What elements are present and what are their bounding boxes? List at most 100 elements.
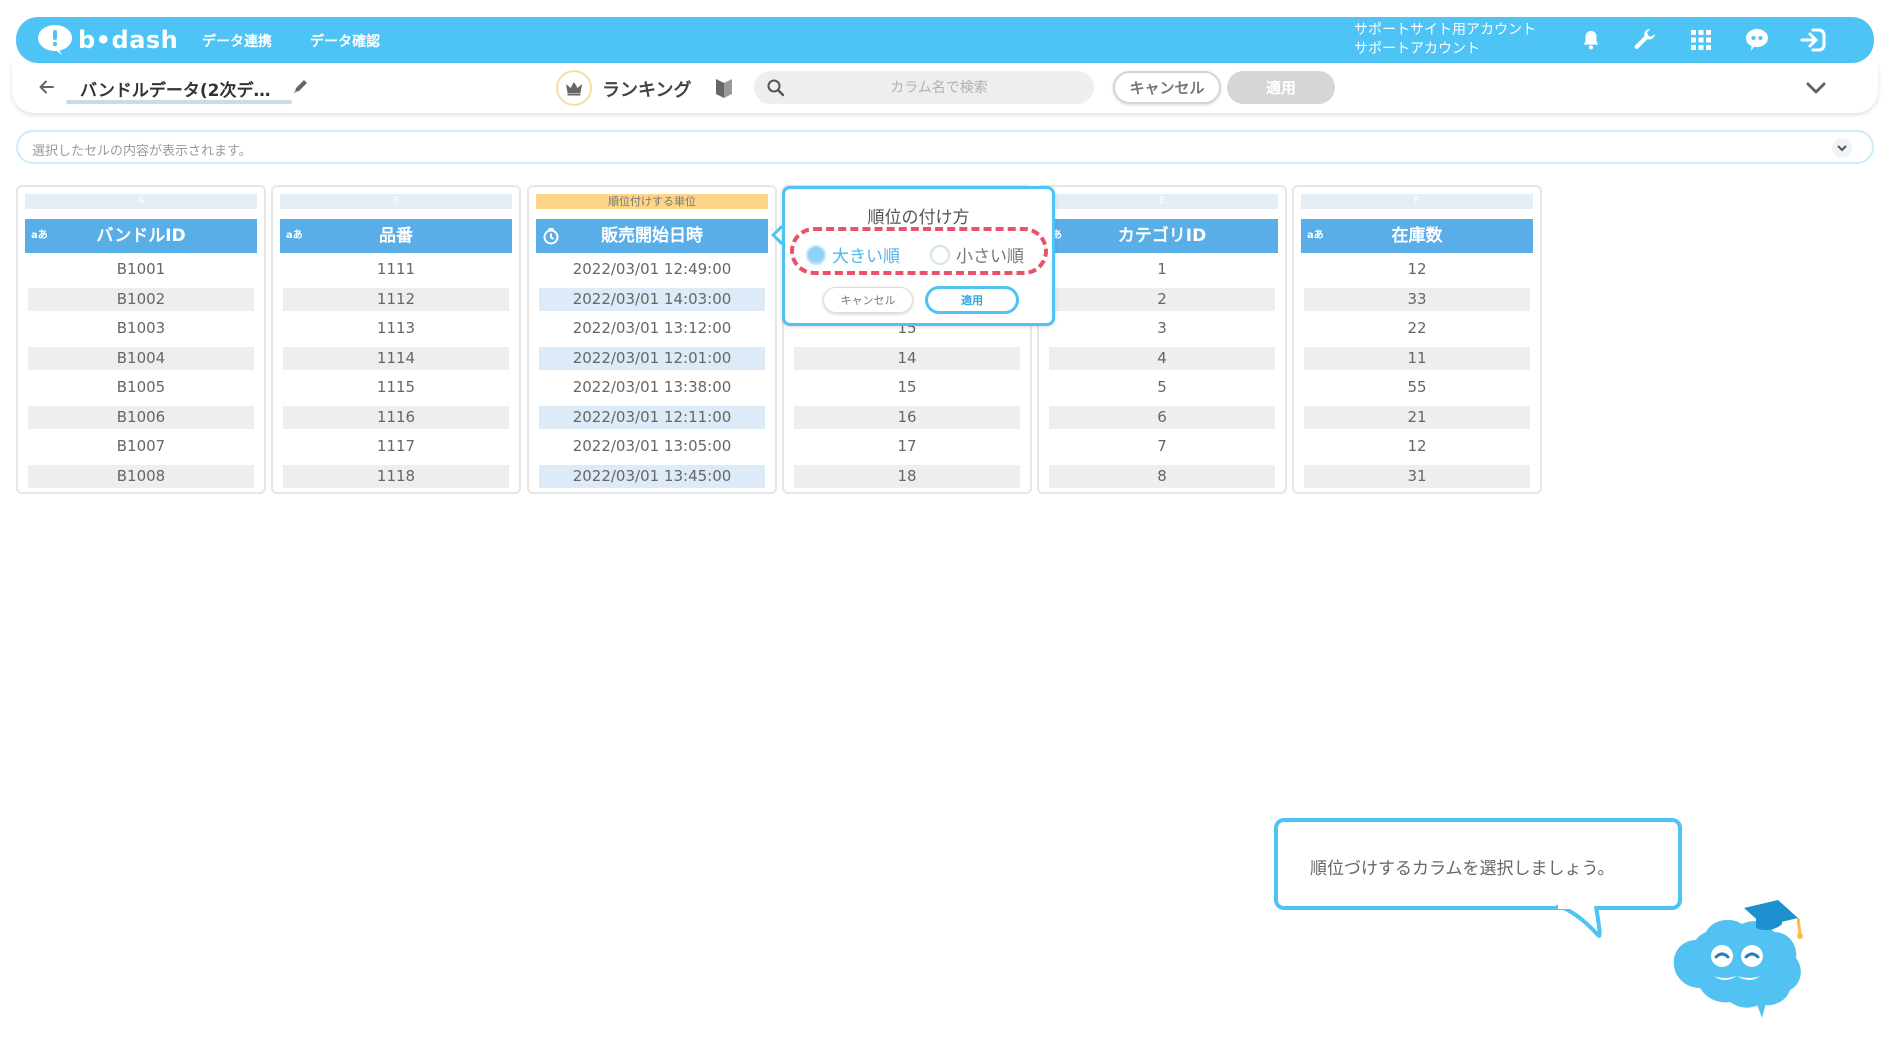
pencil-icon[interactable] xyxy=(292,77,310,95)
table-cell[interactable]: B1005 xyxy=(28,376,254,399)
table-cell[interactable]: 8 xyxy=(1049,465,1275,488)
table-cell[interactable]: B1007 xyxy=(28,435,254,458)
column-name: バンドルID xyxy=(96,226,186,246)
nav-data-integration[interactable]: データ連携 xyxy=(202,31,272,51)
bdash-logo[interactable]: b•dash xyxy=(36,22,178,58)
column-category-id[interactable]: E あ カテゴリID 1 2 3 4 5 6 7 8 xyxy=(1037,185,1287,494)
datetime-type-icon xyxy=(543,228,559,245)
rank-order-popover: 順位の付け方 大きい順 小さい順 キャンセル 適用 xyxy=(782,186,1055,326)
table-cell[interactable]: 7 xyxy=(1049,435,1275,458)
beginner-mark-icon[interactable] xyxy=(714,76,734,100)
back-arrow-icon[interactable] xyxy=(36,76,58,98)
text-type-badge: aあ xyxy=(1307,230,1324,241)
column-letter: A xyxy=(25,194,257,209)
table-cell[interactable]: 1113 xyxy=(283,317,509,340)
wrench-icon[interactable] xyxy=(1630,25,1660,55)
account-info[interactable]: サポートサイト用アカウント サポートアカウント xyxy=(1354,21,1536,59)
column-header[interactable]: aあ 在庫数 xyxy=(1301,219,1533,253)
table-cell[interactable]: 2022/03/01 12:49:00 xyxy=(539,258,765,281)
table-cell[interactable]: 2 xyxy=(1049,288,1275,311)
table-cell[interactable]: 17 xyxy=(794,435,1020,458)
table-cell[interactable]: 2022/03/01 13:45:00 xyxy=(539,465,765,488)
table-cell[interactable]: 31 xyxy=(1304,465,1530,488)
table-cell[interactable]: B1008 xyxy=(28,465,254,488)
column-name: 在庫数 xyxy=(1391,226,1443,246)
table-cell[interactable]: 18 xyxy=(794,465,1020,488)
table-cell[interactable]: 2022/03/01 13:05:00 xyxy=(539,435,765,458)
toolbar-apply-button[interactable]: 適用 xyxy=(1227,71,1335,104)
expand-chevron-icon[interactable] xyxy=(1832,138,1852,158)
table-cell[interactable]: 11 xyxy=(1304,347,1530,370)
ranking-mode-label: ランキング xyxy=(602,80,692,101)
table-cell[interactable]: 1114 xyxy=(283,347,509,370)
radio-label: 小さい順 xyxy=(956,247,1024,267)
table-cell[interactable]: 1118 xyxy=(283,465,509,488)
radio-descending[interactable]: 大きい順 xyxy=(806,242,900,267)
radio-ascending[interactable]: 小さい順 xyxy=(930,242,1024,267)
table-cell[interactable]: 1 xyxy=(1049,258,1275,281)
table-cell[interactable]: 4 xyxy=(1049,347,1275,370)
table-cell[interactable]: 2022/03/01 12:01:00 xyxy=(539,347,765,370)
popover-cancel-button[interactable]: キャンセル xyxy=(823,287,913,313)
table-cell[interactable]: 1115 xyxy=(283,376,509,399)
table-cell[interactable]: 3 xyxy=(1049,317,1275,340)
toolbar-cancel-button[interactable]: キャンセル xyxy=(1113,71,1221,104)
column-sales-start-datetime[interactable]: 順位付けする単位 販売開始日時 2022/03/01 12:49:00 2022… xyxy=(527,185,777,494)
dataset-title[interactable]: バンドルデータ(2次デ… xyxy=(80,76,280,101)
radio-dot xyxy=(930,244,950,265)
table-cell[interactable]: B1006 xyxy=(28,406,254,429)
table-cell[interactable]: 5 xyxy=(1049,376,1275,399)
text-type-badge: aあ xyxy=(31,230,48,241)
account-subname: サポートアカウント xyxy=(1354,41,1480,57)
table-cell[interactable]: 2022/03/01 14:03:00 xyxy=(539,288,765,311)
table-cell[interactable]: 1116 xyxy=(283,406,509,429)
column-stock-quantity[interactable]: F aあ 在庫数 12 33 22 11 55 21 12 31 xyxy=(1292,185,1542,494)
column-part-number[interactable]: B aあ 品番 1111 1112 1113 1114 1115 1116 11… xyxy=(271,185,521,494)
column-letter: E xyxy=(1046,194,1278,209)
table-cell[interactable]: 12 xyxy=(1304,258,1530,281)
column-header[interactable]: あ カテゴリID xyxy=(1046,219,1278,253)
column-name: 品番 xyxy=(379,226,413,246)
column-header[interactable]: 販売開始日時 xyxy=(536,219,768,253)
column-letter: B xyxy=(280,194,512,209)
table-cell[interactable]: 15 xyxy=(794,376,1020,399)
column-letter: F xyxy=(1301,194,1533,209)
table-cell[interactable]: 2022/03/01 12:11:00 xyxy=(539,406,765,429)
apps-grid-icon[interactable] xyxy=(1686,25,1716,55)
crown-icon xyxy=(558,72,590,104)
table-cell[interactable]: B1002 xyxy=(28,288,254,311)
column-header[interactable]: aあ バンドルID xyxy=(25,219,257,253)
column-name: 販売開始日時 xyxy=(601,226,703,246)
nav-data-check[interactable]: データ確認 xyxy=(310,31,380,51)
popover-apply-button[interactable]: 適用 xyxy=(925,286,1019,314)
table-cell[interactable]: 1111 xyxy=(283,258,509,281)
title-underline xyxy=(66,100,292,104)
table-cell[interactable]: 6 xyxy=(1049,406,1275,429)
text-type-badge: aあ xyxy=(286,230,303,241)
table-cell[interactable]: 2022/03/01 13:38:00 xyxy=(539,376,765,399)
table-cell[interactable]: 12 xyxy=(1304,435,1530,458)
cell-content-bar[interactable]: 選択したセルの内容が表示されます。 xyxy=(16,130,1874,164)
table-cell[interactable]: 22 xyxy=(1304,317,1530,340)
column-bundle-id[interactable]: A aあ バンドルID B1001 B1002 B1003 B1004 B100… xyxy=(16,185,266,494)
search-icon xyxy=(767,79,785,97)
logout-icon[interactable] xyxy=(1798,25,1828,55)
bell-icon[interactable] xyxy=(1576,25,1606,55)
column-header[interactable]: aあ 品番 xyxy=(280,219,512,253)
mascot-help-icon[interactable] xyxy=(1742,25,1772,55)
table-cell[interactable]: B1003 xyxy=(28,317,254,340)
table-cell[interactable]: 16 xyxy=(794,406,1020,429)
rank-unit-tag: 順位付けする単位 xyxy=(536,194,768,209)
table-cell[interactable]: 2022/03/01 13:12:00 xyxy=(539,317,765,340)
table-cell[interactable]: 14 xyxy=(794,347,1020,370)
table-cell[interactable]: 21 xyxy=(1304,406,1530,429)
search-input[interactable] xyxy=(794,71,1084,104)
table-cell[interactable]: B1001 xyxy=(28,258,254,281)
table-cell[interactable]: 33 xyxy=(1304,288,1530,311)
table-cell[interactable]: 1112 xyxy=(283,288,509,311)
table-cell[interactable]: B1004 xyxy=(28,347,254,370)
table-cell[interactable]: 55 xyxy=(1304,376,1530,399)
chevron-down-icon[interactable] xyxy=(1804,78,1828,98)
table-cell[interactable]: 1117 xyxy=(283,435,509,458)
column-search[interactable] xyxy=(754,71,1094,104)
